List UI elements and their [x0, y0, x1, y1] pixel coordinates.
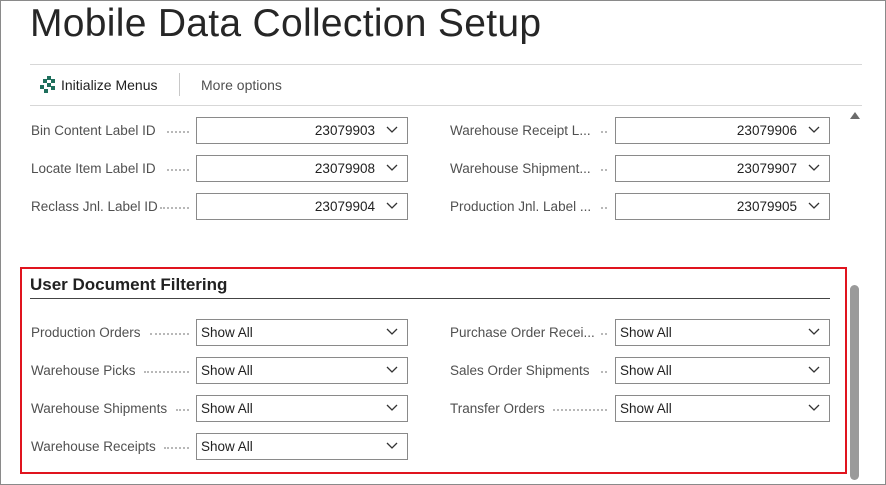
field-dots	[150, 333, 189, 335]
reclass-jnl-label-id-label: Reclass Jnl. Label ID	[31, 199, 158, 214]
production-jnl-label-id-select[interactable]: 23079905	[615, 193, 830, 220]
field-value: 23079904	[314, 199, 375, 214]
field-dots	[601, 131, 607, 133]
field-value: Show All	[201, 401, 253, 416]
field-value: Show All	[620, 401, 672, 416]
field-value: 23079907	[736, 161, 797, 176]
field-value: 23079903	[314, 123, 375, 138]
purchase-order-receipts-select[interactable]: Show All	[615, 319, 830, 346]
transfer-orders-label: Transfer Orders	[450, 401, 545, 416]
field-value: Show All	[620, 363, 672, 378]
action-bar: Initialize Menus More options	[30, 64, 862, 106]
locate-item-label-id-label: Locate Item Label ID	[31, 161, 156, 176]
sales-order-shipments-select[interactable]: Show All	[615, 357, 830, 384]
field-value: Show All	[620, 325, 672, 340]
page-title: Mobile Data Collection Setup	[30, 2, 542, 45]
warehouse-picks-label: Warehouse Picks	[31, 363, 136, 378]
section-title[interactable]: User Document Filtering	[30, 275, 227, 295]
production-jnl-label-id-label: Production Jnl. Label ...	[450, 199, 592, 214]
field-dots	[176, 409, 189, 411]
chevron-down-icon	[808, 328, 820, 335]
production-orders-select[interactable]: Show All	[196, 319, 408, 346]
chevron-down-icon	[808, 366, 820, 373]
field-dots	[167, 131, 189, 133]
field-dots	[144, 371, 189, 373]
production-orders-label: Production Orders	[31, 325, 141, 340]
initialize-menus-label: Initialize Menus	[61, 77, 158, 93]
field-dots	[160, 207, 189, 209]
initialize-menus-icon	[40, 76, 55, 93]
warehouse-picks-select[interactable]: Show All	[196, 357, 408, 384]
field-value: 23079908	[314, 161, 375, 176]
chevron-down-icon	[386, 366, 398, 373]
bin-content-label-id-select[interactable]: 23079903	[196, 117, 408, 144]
section-divider	[30, 298, 830, 299]
scrollbar-thumb[interactable]	[850, 285, 859, 480]
field-dots	[601, 371, 607, 373]
chevron-down-icon	[386, 404, 398, 411]
field-value: 23079906	[736, 123, 797, 138]
bin-content-label-id-label: Bin Content Label ID	[31, 123, 156, 138]
initialize-menus-button[interactable]: Initialize Menus	[40, 76, 158, 94]
chevron-down-icon	[386, 442, 398, 449]
chevron-down-icon	[808, 202, 820, 209]
sales-order-shipments-label: Sales Order Shipments	[450, 363, 590, 378]
warehouse-receipt-label-id-label: Warehouse Receipt L...	[450, 123, 591, 138]
warehouse-shipment-label-id-label: Warehouse Shipment...	[450, 161, 591, 176]
field-value: Show All	[201, 363, 253, 378]
chevron-down-icon	[386, 126, 398, 133]
locate-item-label-id-select[interactable]: 23079908	[196, 155, 408, 182]
reclass-jnl-label-id-select[interactable]: 23079904	[196, 193, 408, 220]
chevron-down-icon	[808, 164, 820, 171]
action-separator	[179, 73, 180, 96]
field-dots	[601, 169, 607, 171]
chevron-down-icon	[386, 328, 398, 335]
purchase-order-receipts-label: Purchase Order Recei...	[450, 325, 595, 340]
field-dots	[601, 333, 607, 335]
chevron-down-icon	[386, 202, 398, 209]
warehouse-receipt-label-id-select[interactable]: 23079906	[615, 117, 830, 144]
transfer-orders-select[interactable]: Show All	[615, 395, 830, 422]
field-dots	[167, 169, 189, 171]
warehouse-receipts-select[interactable]: Show All	[196, 433, 408, 460]
warehouse-shipments-label: Warehouse Shipments	[31, 401, 168, 416]
more-options-button[interactable]: More options	[201, 77, 282, 93]
warehouse-shipments-select[interactable]: Show All	[196, 395, 408, 422]
chevron-down-icon	[808, 404, 820, 411]
warehouse-shipment-label-id-select[interactable]: 23079907	[615, 155, 830, 182]
warehouse-receipts-label: Warehouse Receipts	[31, 439, 156, 454]
chevron-down-icon	[386, 164, 398, 171]
field-value: Show All	[201, 439, 253, 454]
field-dots	[553, 409, 607, 411]
field-value: 23079905	[736, 199, 797, 214]
field-dots	[601, 207, 607, 209]
chevron-down-icon	[808, 126, 820, 133]
field-dots	[164, 447, 189, 449]
field-value: Show All	[201, 325, 253, 340]
scroll-up-arrow-icon[interactable]	[850, 112, 860, 119]
